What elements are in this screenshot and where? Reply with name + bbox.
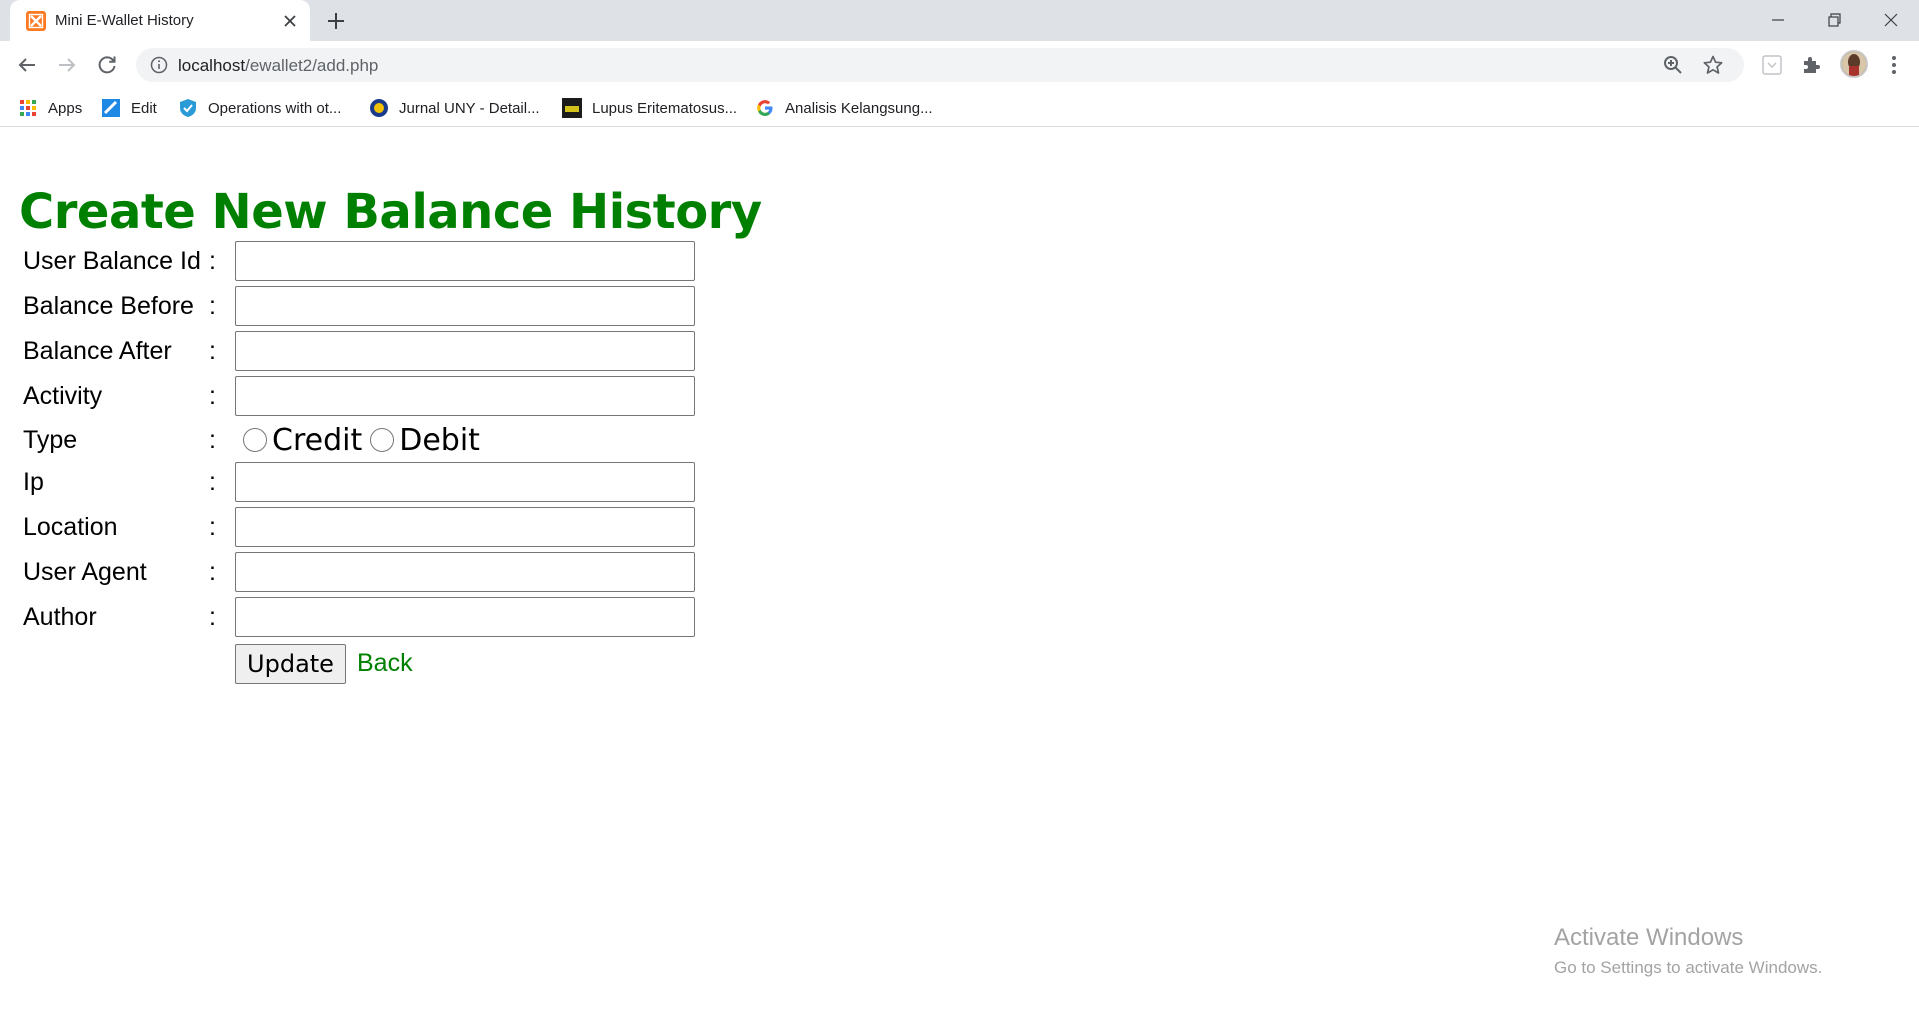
update-button[interactable]: Update (235, 644, 346, 684)
site-info-icon[interactable] (150, 56, 168, 74)
user-agent-input[interactable] (235, 552, 695, 592)
apps-grid-icon (20, 100, 36, 116)
credit-radio[interactable] (243, 428, 267, 452)
bookmark-label: Jurnal UNY - Detail... (399, 99, 540, 117)
browser-tab[interactable]: Mini E-Wallet History (10, 0, 310, 41)
field-row-user-agent: User Agent : (0, 552, 720, 592)
field-row-author: Author : (0, 597, 720, 637)
field-row-activity: Activity : (0, 376, 720, 416)
bookmark-label: Operations with ot... (208, 99, 342, 117)
activity-input[interactable] (235, 376, 695, 416)
field-row-balance-after: Balance After : (0, 331, 720, 371)
author-input[interactable] (235, 597, 695, 637)
field-colon: : (209, 558, 216, 586)
credit-radio-label[interactable]: Credit (272, 423, 362, 458)
browser-menu-icon[interactable] (1882, 53, 1906, 77)
field-row-balance-before: Balance Before : (0, 286, 720, 326)
close-window-icon[interactable] (1879, 8, 1903, 32)
bookmark-operations[interactable]: Operations with ot... (178, 94, 341, 122)
field-colon: : (209, 247, 216, 275)
field-colon: : (209, 513, 216, 541)
bookmark-star-icon[interactable] (1702, 54, 1724, 76)
location-input[interactable] (235, 507, 695, 547)
bookmark-edit[interactable]: Edit (101, 94, 157, 122)
field-colon: : (209, 337, 216, 365)
extension-icon[interactable] (1760, 53, 1784, 77)
field-row-ip: Ip : (0, 462, 720, 502)
uny-logo-icon (370, 99, 388, 117)
debit-radio-label[interactable]: Debit (399, 423, 480, 458)
field-colon: : (209, 426, 216, 454)
bookmark-label: Analisis Kelangsung... (785, 99, 933, 117)
url-text: localhost/ewallet2/add.php (178, 56, 378, 76)
field-row-type: Type : Credit Debit (0, 420, 720, 460)
type-radio-group: Credit Debit (243, 420, 488, 460)
field-colon: : (209, 603, 216, 631)
watermark-title: Activate Windows (1554, 924, 1744, 951)
back-arrow-icon[interactable] (15, 53, 39, 77)
field-label: User Agent (23, 558, 147, 586)
user-balance-id-input[interactable] (235, 241, 695, 281)
url-host: localhost (178, 56, 246, 75)
xampp-favicon-icon (26, 11, 46, 31)
activate-windows-watermark: Activate Windows Go to Settings to activ… (1554, 924, 1822, 978)
field-label: Author (23, 603, 97, 631)
jka-logo-icon (562, 98, 582, 118)
bookmark-analisis[interactable]: Analisis Kelangsung... (755, 94, 933, 122)
bookmark-apps[interactable]: Apps (18, 94, 82, 122)
bookmarks-bar: Apps Edit Operations with ot... Jurnal U… (0, 89, 1919, 127)
close-tab-icon[interactable] (280, 11, 300, 31)
browser-toolbar: localhost/ewallet2/add.php (0, 41, 1919, 89)
url-path: /ewallet2/add.php (245, 56, 379, 75)
field-label: Balance After (23, 337, 172, 365)
field-label: Balance Before (23, 292, 194, 320)
bookmark-lupus[interactable]: Lupus Eritematosus... (562, 94, 737, 122)
reload-icon[interactable] (95, 53, 119, 77)
edit-bookmark-icon (102, 99, 120, 117)
zoom-icon[interactable] (1662, 54, 1684, 76)
field-colon: : (209, 382, 216, 410)
shield-icon (180, 99, 196, 117)
profile-picture-icon (1842, 52, 1866, 76)
new-tab-icon[interactable] (325, 10, 347, 32)
bookmark-jurnal-uny[interactable]: Jurnal UNY - Detail... (369, 94, 540, 122)
field-row-user-balance-id: User Balance Id : (0, 241, 720, 281)
field-colon: : (209, 468, 216, 496)
bookmark-label: Lupus Eritematosus... (592, 99, 738, 117)
bookmark-label: Apps (48, 99, 83, 117)
field-label: Ip (23, 468, 44, 496)
field-label: Activity (23, 382, 103, 410)
ip-input[interactable] (235, 462, 695, 502)
field-label: User Balance Id (23, 247, 201, 275)
minimize-icon[interactable] (1766, 8, 1790, 32)
watermark-subtitle: Go to Settings to activate Windows. (1554, 958, 1823, 977)
field-colon: : (209, 292, 216, 320)
forward-arrow-icon[interactable] (55, 53, 79, 77)
back-link[interactable]: Back (357, 649, 413, 678)
extensions-puzzle-icon[interactable] (1800, 53, 1824, 77)
balance-before-input[interactable] (235, 286, 695, 326)
bookmark-label: Edit (131, 99, 157, 117)
tab-strip: Mini E-Wallet History (0, 0, 1919, 41)
google-icon (757, 100, 773, 116)
address-bar[interactable]: localhost/ewallet2/add.php (136, 48, 1744, 82)
debit-radio[interactable] (370, 428, 395, 452)
restore-icon[interactable] (1822, 8, 1846, 32)
field-row-location: Location : (0, 507, 720, 547)
field-label: Type (23, 426, 78, 454)
field-label: Location (23, 513, 118, 541)
tab-title: Mini E-Wallet History (55, 12, 194, 29)
balance-after-input[interactable] (235, 331, 695, 371)
profile-avatar[interactable] (1840, 50, 1868, 78)
page-content: Create New Balance History User Balance … (0, 128, 1919, 1024)
page-title: Create New Balance History (19, 184, 762, 240)
